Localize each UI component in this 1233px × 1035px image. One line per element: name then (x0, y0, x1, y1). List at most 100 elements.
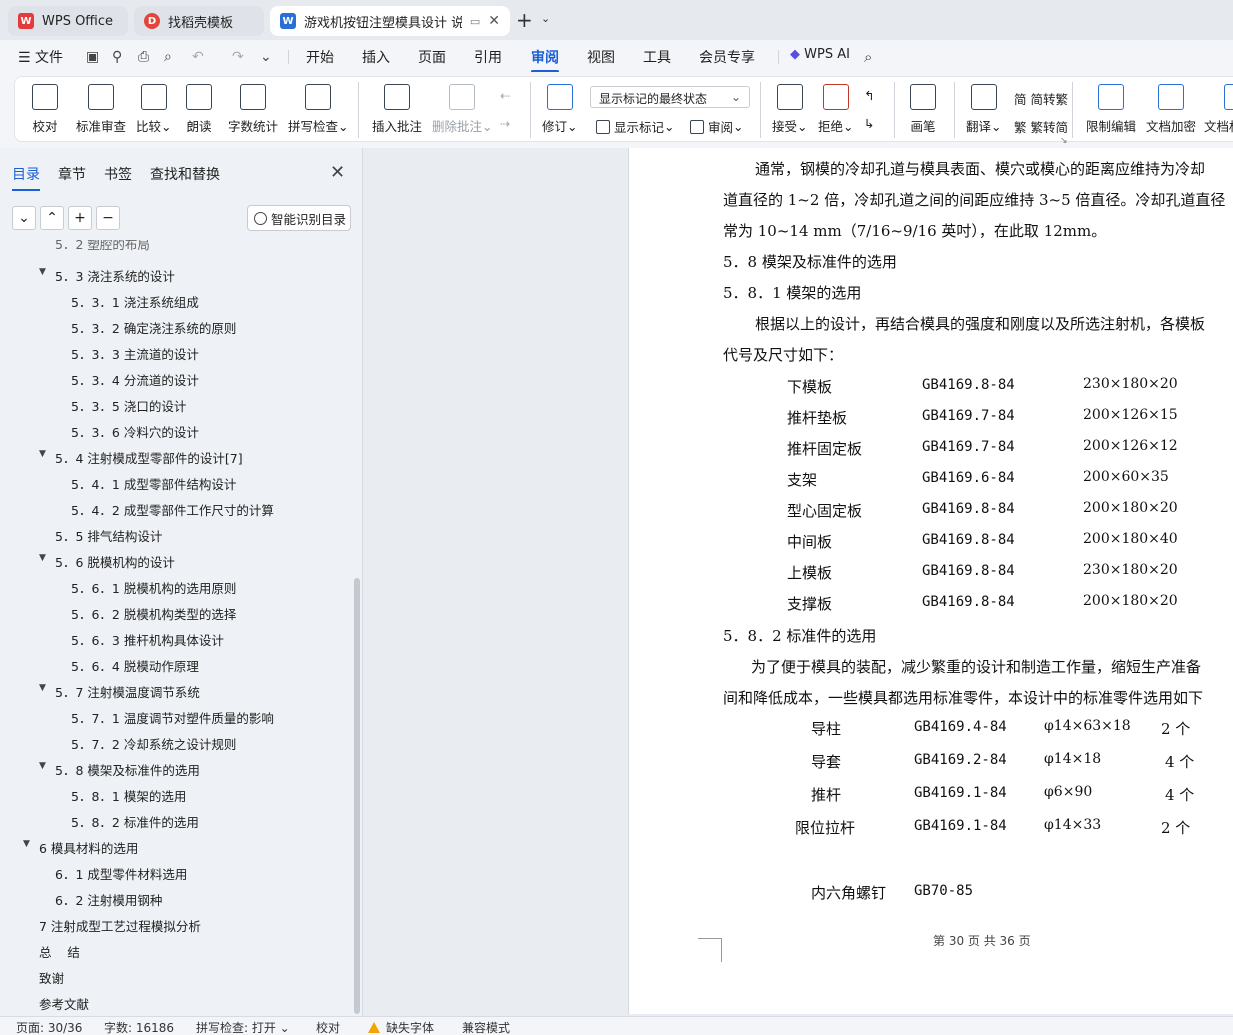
next-comment-icon[interactable]: ⇢ (500, 116, 510, 131)
menu-tools[interactable]: 工具 (643, 47, 671, 67)
track-changes-button[interactable]: 修订⌄ (542, 84, 578, 135)
read-aloud-button[interactable]: 朗读 (186, 84, 212, 135)
tab-toc[interactable]: 目录 (12, 164, 40, 191)
monitor-icon[interactable]: ▭ (470, 15, 480, 28)
close-pane-icon[interactable]: ✕ (330, 162, 345, 183)
tab-wps-office[interactable]: W WPS Office (8, 6, 128, 36)
menu-member[interactable]: 会员专享 (699, 47, 755, 67)
tab-chapters[interactable]: 章节 (58, 164, 86, 184)
toc-item[interactable]: 5．6．1 脱模机构的选用原则 (71, 578, 236, 597)
toc-item[interactable]: 5．3．6 冷料穴的设计 (71, 422, 199, 441)
toc-item[interactable]: 5．3．1 浇注系统组成 (71, 292, 199, 311)
compare-icon (140, 84, 167, 110)
toc-item[interactable]: ▼ 5．6 脱模机构的设计 (39, 552, 175, 571)
tab-bookmarks[interactable]: 书签 (104, 164, 132, 184)
insert-comment-button[interactable]: 插入批注 (372, 84, 422, 135)
proofread-button[interactable]: 校对 (32, 84, 58, 135)
toc-item[interactable]: ▼ 5．3 浇注系统的设计 (39, 266, 175, 285)
ink-button[interactable]: 画笔 (910, 84, 936, 135)
toc-item[interactable]: 5．8．1 模架的选用 (71, 786, 186, 805)
toc-item[interactable]: 5．6．3 推杆机构具体设计 (71, 630, 224, 649)
toc-item[interactable]: 5．6．4 脱模动作原理 (71, 656, 199, 675)
wps-ai-button[interactable]: ◆ WPS AI (790, 47, 850, 62)
close-tab-icon[interactable]: ✕ (488, 13, 500, 29)
word-count-button[interactable]: 字数统计 (228, 84, 278, 135)
toc-item[interactable]: 5．3．4 分流道的设计 (71, 370, 199, 389)
menu-page[interactable]: 页面 (418, 47, 446, 67)
reject-button[interactable]: 拒绝⌄ (818, 84, 854, 135)
toc-item[interactable]: ▼ 5．8 模架及标准件的选用 (39, 760, 200, 779)
show-markup-button[interactable]: 显示标记 ⌄ (596, 117, 675, 136)
redo-icon[interactable]: ↷ (232, 49, 244, 65)
review-pane-button[interactable]: 审阅 ⌄ (690, 117, 744, 136)
spell-check-indicator[interactable]: 拼写检查: 打开 ⌄ (196, 1019, 290, 1035)
previous-change-icon[interactable]: ↰ (864, 88, 874, 103)
translate-button[interactable]: 翻译⌄ (966, 84, 1002, 135)
toc-item[interactable]: 6．1 成型零件材料选用 (55, 864, 187, 883)
accept-button[interactable]: 接受⌄ (772, 84, 808, 135)
page-indicator[interactable]: 页面: 30/36 (16, 1019, 82, 1035)
collapse-all-button[interactable]: ⌄ (12, 206, 36, 230)
toc-item[interactable]: 5．8．2 标准件的选用 (71, 812, 199, 831)
remove-heading-button[interactable]: − (96, 206, 120, 230)
save-icon[interactable]: ▣ (86, 49, 99, 65)
word-count-indicator[interactable]: 字数: 16186 (104, 1019, 174, 1035)
doc-encrypt-button[interactable]: 文档加密 (1146, 84, 1196, 135)
standard-review-button[interactable]: 标准审查 (76, 84, 126, 135)
missing-font-indicator[interactable]: 缺失字体 (368, 1019, 434, 1035)
toc-item[interactable]: 5．7．2 冷却系统之设计规则 (71, 734, 236, 753)
print-preview-icon[interactable]: ⌕ (164, 49, 172, 65)
tab-find-replace[interactable]: 查找和替换 (150, 164, 220, 184)
menu-home[interactable]: 开始 (306, 47, 334, 67)
tab-daoke-template[interactable]: D 找稻壳模板 (134, 6, 264, 36)
chevron-down-icon[interactable]: ⌄ (260, 49, 272, 65)
add-heading-button[interactable]: + (68, 206, 92, 230)
spell-check-button[interactable]: 拼写检查⌄ (288, 84, 349, 135)
toc-item[interactable]: 5．2 塑腔的布局 (55, 240, 150, 253)
menu-insert[interactable]: 插入 (362, 47, 390, 67)
toc-item[interactable]: 5．5 排气结构设计 (55, 526, 162, 545)
menu-review[interactable]: 审阅 (531, 47, 559, 73)
toc-item[interactable]: 5．4．1 成型零部件结构设计 (71, 474, 236, 493)
toc-item[interactable]: 致谢 (39, 968, 64, 987)
new-tab-icon[interactable]: + (516, 8, 533, 32)
markup-state-dropdown[interactable]: 显示标记的最终状态 ⌄ (590, 86, 750, 108)
dialog-launcher-icon[interactable]: ↘ (1060, 136, 1068, 146)
toc-item[interactable]: 5．3．2 确定浇注系统的原则 (71, 318, 236, 337)
document-page[interactable]: 通常，钢模的冷却孔道与模具表面、模穴或模心的距离应维持为冷却 道直径的 1~2 … (628, 148, 1233, 1014)
toc-item[interactable]: 5．4．2 成型零部件工作尺寸的计算 (71, 500, 274, 519)
toc-item[interactable]: ▼ 6 模具材料的选用 (23, 838, 138, 857)
menu-view[interactable]: 视图 (587, 47, 615, 67)
toc-item[interactable]: 5．7．1 温度调节对塑件质量的影响 (71, 708, 274, 727)
undo-icon[interactable]: ↶ (192, 49, 204, 65)
smart-toc-button[interactable]: 智能识别目录 (247, 205, 351, 231)
print-icon[interactable]: ⎙ (138, 49, 149, 65)
expand-up-button[interactable]: ⌃ (40, 206, 64, 230)
chevron-down-icon[interactable]: ⌄ (541, 12, 550, 25)
toc-item[interactable]: 7 注射成型工艺过程模拟分析 (39, 916, 201, 935)
menu-references[interactable]: 引用 (474, 47, 502, 67)
toc-scrollbar[interactable] (354, 578, 360, 1014)
tab-document[interactable]: W 游戏机按钮注塑模具设计 说明 ▭ ✕ (270, 6, 510, 36)
delete-comment-button[interactable]: 删除批注⌄ (432, 84, 493, 135)
toc-item[interactable]: 参考文献 (39, 994, 89, 1013)
toc-item[interactable]: 5．6．2 脱模机构类型的选择 (71, 604, 236, 623)
toc-item[interactable]: 总 结 (39, 942, 80, 961)
toc-item[interactable]: 6．2 注射模用钢种 (55, 890, 162, 909)
search-icon[interactable]: ⌕ (864, 48, 872, 66)
doc-permission-button[interactable]: 文档权 (1204, 84, 1233, 135)
to-traditional-label: 简转繁 (1030, 92, 1069, 107)
export-icon[interactable]: ⚲ (112, 49, 122, 65)
compare-button[interactable]: 比较⌄ (136, 84, 172, 135)
proof-indicator[interactable]: 校对 (316, 1019, 340, 1035)
toc-item[interactable]: ▼ 5．7 注射模温度调节系统 (39, 682, 200, 701)
toc-item[interactable]: 5．3．3 主流道的设计 (71, 344, 199, 363)
restrict-edit-button[interactable]: 限制编辑 (1086, 84, 1136, 135)
previous-comment-icon[interactable]: ⇠ (500, 88, 510, 103)
toc-item[interactable]: ▼ 5．4 注射模成型零部件的设计[7] (39, 448, 243, 467)
next-change-icon[interactable]: ↳ (864, 116, 874, 131)
to-traditional-button[interactable]: 简简转繁 (1014, 89, 1068, 108)
file-menu[interactable]: ☰ 文件 (18, 47, 63, 67)
to-simplified-button[interactable]: 繁繁转简 (1014, 117, 1068, 136)
toc-item[interactable]: 5．3．5 浇口的设计 (71, 396, 186, 415)
